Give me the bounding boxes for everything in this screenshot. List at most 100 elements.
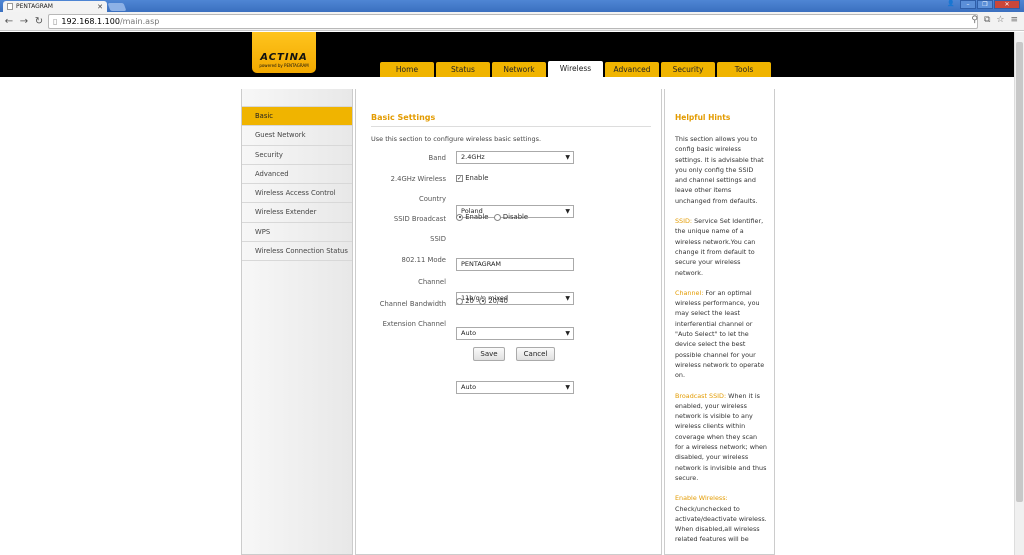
dropdown-arrow-icon: ▼ xyxy=(565,295,570,302)
translate-icon[interactable]: ⧉ xyxy=(984,15,990,25)
hints-ssid-keyword: SSID: xyxy=(675,217,693,226)
close-tab-icon[interactable]: ✕ xyxy=(97,3,103,11)
sidebar-item-connection-status[interactable]: Wireless Connection Status xyxy=(242,242,352,262)
page-title: Basic Settings xyxy=(371,113,436,122)
hints-intro: This section allows you to config basic … xyxy=(675,135,764,205)
band-label: Band xyxy=(428,154,446,162)
ssid-broadcast-disable-text: Disable xyxy=(502,213,529,221)
ssid-broadcast-group: Enable Disable xyxy=(456,213,531,221)
bookmark-star-icon[interactable]: ☆ xyxy=(996,15,1004,25)
tab-home[interactable]: Home xyxy=(380,62,434,77)
page-description: Use this section to configure wireless b… xyxy=(371,135,542,143)
hints-title: Helpful Hints xyxy=(675,113,731,122)
menu-icon[interactable]: ≡ xyxy=(1010,15,1018,25)
sidebar-item-extender[interactable]: Wireless Extender xyxy=(242,203,352,223)
dropdown-arrow-icon: ▼ xyxy=(565,154,570,161)
ssid-input[interactable]: PENTAGRAM xyxy=(456,258,574,271)
divider xyxy=(371,126,651,127)
tab-wireless[interactable]: Wireless xyxy=(548,61,603,77)
dropdown-arrow-icon: ▼ xyxy=(565,208,570,215)
band-select[interactable]: 2.4GHz ▼ xyxy=(456,151,574,164)
sidebar-item-security[interactable]: Security xyxy=(242,146,352,165)
address-bar[interactable]: ▯ 192.168.1.100/main.asp xyxy=(48,14,978,29)
ssid-broadcast-enable-radio[interactable] xyxy=(456,213,463,221)
band-value: 2.4GHz xyxy=(461,153,485,161)
cancel-button[interactable]: Cancel xyxy=(516,347,555,361)
wireless-label: 2.4GHz Wireless xyxy=(390,175,446,183)
sidebar-spacer xyxy=(242,89,352,107)
bandwidth-group: 20 20/40 xyxy=(456,297,511,305)
logo-subtitle: powered by PENTAGRAM xyxy=(259,63,309,68)
ext-channel-label: Extension Channel xyxy=(382,320,446,328)
tab-network[interactable]: Network xyxy=(492,62,546,77)
wireless-enable-checkbox[interactable]: ✓ xyxy=(456,174,463,182)
hints-broadcast: Broadcast SSID: When it is enabled, your… xyxy=(675,391,767,484)
sidebar-item-access-control[interactable]: Wireless Access Control xyxy=(242,184,352,204)
logo-brand: ACTINA xyxy=(260,52,308,63)
minimize-icon[interactable]: – xyxy=(960,0,976,9)
hints-enable-text: Check/unchecked to activate/deactivate w… xyxy=(675,504,767,544)
basic-settings-panel: Basic Settings Use this section to confi… xyxy=(355,89,662,555)
tab-advanced[interactable]: Advanced xyxy=(605,62,659,77)
page-favicon-icon xyxy=(7,3,13,10)
router-header: ACTINA powered by PENTAGRAM Home Status … xyxy=(0,32,1014,77)
bandwidth-label: Channel Bandwidth xyxy=(379,300,446,308)
extension-icon[interactable]: ⚲ xyxy=(971,15,978,25)
restore-icon[interactable]: ❐ xyxy=(977,0,993,9)
hints-broadcast-text: When it is enabled, your wireless networ… xyxy=(675,391,767,482)
close-window-icon[interactable]: ✕ xyxy=(994,0,1020,9)
sidebar-item-guest-network[interactable]: Guest Network xyxy=(242,126,352,146)
hints-channel-keyword: Channel: xyxy=(675,288,704,297)
sidebar: Basic Guest Network Security Advanced Wi… xyxy=(241,89,353,555)
window-controls: 👤 – ❐ ✕ xyxy=(943,0,1020,9)
main-nav: Home Status Network Wireless Advanced Se… xyxy=(380,61,771,77)
tab-tools[interactable]: Tools xyxy=(717,62,771,77)
browser-tab[interactable]: PENTAGRAM ✕ xyxy=(3,1,107,12)
browser-tabstrip: PENTAGRAM ✕ 👤 – ❐ ✕ xyxy=(0,0,1024,12)
dropdown-arrow-icon: ▼ xyxy=(565,384,570,391)
hints-enable: Enable Wireless: Check/unchecked to activ… xyxy=(675,493,767,544)
channel-select[interactable]: Auto ▼ xyxy=(456,327,574,340)
browser-toolbar: ← → ↻ ▯ 192.168.1.100/main.asp ⚲ ⧉ ☆ ≡ xyxy=(0,12,1024,31)
save-button[interactable]: Save xyxy=(473,347,505,361)
sidebar-item-wps[interactable]: WPS xyxy=(242,223,352,243)
hints-ssid-text: Service Set Identifier, the unique name … xyxy=(675,217,764,277)
ext-channel-select[interactable]: Auto ▼ xyxy=(456,381,574,394)
back-icon[interactable]: ← xyxy=(3,16,15,27)
helpful-hints-panel: Helpful Hints This section allows you to… xyxy=(664,89,775,555)
scrollbar-thumb[interactable] xyxy=(1016,42,1023,502)
user-icon[interactable]: 👤 xyxy=(943,0,959,9)
new-tab-button[interactable] xyxy=(107,3,127,11)
hints-body: This section allows you to config basic … xyxy=(675,134,767,555)
hints-channel-text: For an optimal wireless performance, you… xyxy=(675,288,765,380)
forward-icon[interactable]: → xyxy=(18,16,30,27)
browser-tab-title: PENTAGRAM xyxy=(16,3,53,10)
tab-status[interactable]: Status xyxy=(436,62,490,77)
wireless-enable-group: ✓ Enable xyxy=(456,174,491,182)
hints-channel: Channel: For an optimal wireless perform… xyxy=(675,288,767,381)
ssid-broadcast-label: SSID Broadcast xyxy=(393,215,446,223)
ssid-broadcast-disable-radio[interactable] xyxy=(493,213,501,221)
sidebar-item-advanced[interactable]: Advanced xyxy=(242,165,352,185)
bandwidth-20-text: 20 xyxy=(465,297,474,305)
channel-label: Channel xyxy=(418,278,446,286)
url-host: 192.168.1.100 xyxy=(61,17,120,26)
ext-channel-value: Auto xyxy=(461,383,477,391)
tab-security[interactable]: Security xyxy=(661,62,715,77)
bandwidth-2040-radio[interactable] xyxy=(479,297,487,305)
url-path: /main.asp xyxy=(119,17,160,26)
wireless-enable-text: Enable xyxy=(465,174,489,182)
bandwidth-2040-text: 20/40 xyxy=(488,297,508,305)
page-scrollbar[interactable] xyxy=(1014,32,1024,555)
page-icon: ▯ xyxy=(53,17,58,26)
bandwidth-20-radio[interactable] xyxy=(456,297,463,305)
hints-ssid: SSID: Service Set Identifier, the unique… xyxy=(675,216,767,278)
channel-value: Auto xyxy=(461,329,477,337)
ssid-label: SSID xyxy=(430,235,446,243)
brand-logo: ACTINA powered by PENTAGRAM xyxy=(252,32,316,73)
hints-broadcast-keyword: Broadcast SSID: xyxy=(675,391,727,400)
hints-enable-keyword: Enable Wireless: xyxy=(675,494,728,503)
reload-icon[interactable]: ↻ xyxy=(33,16,45,27)
sidebar-item-basic[interactable]: Basic xyxy=(242,107,352,127)
country-label: Country xyxy=(418,195,446,203)
